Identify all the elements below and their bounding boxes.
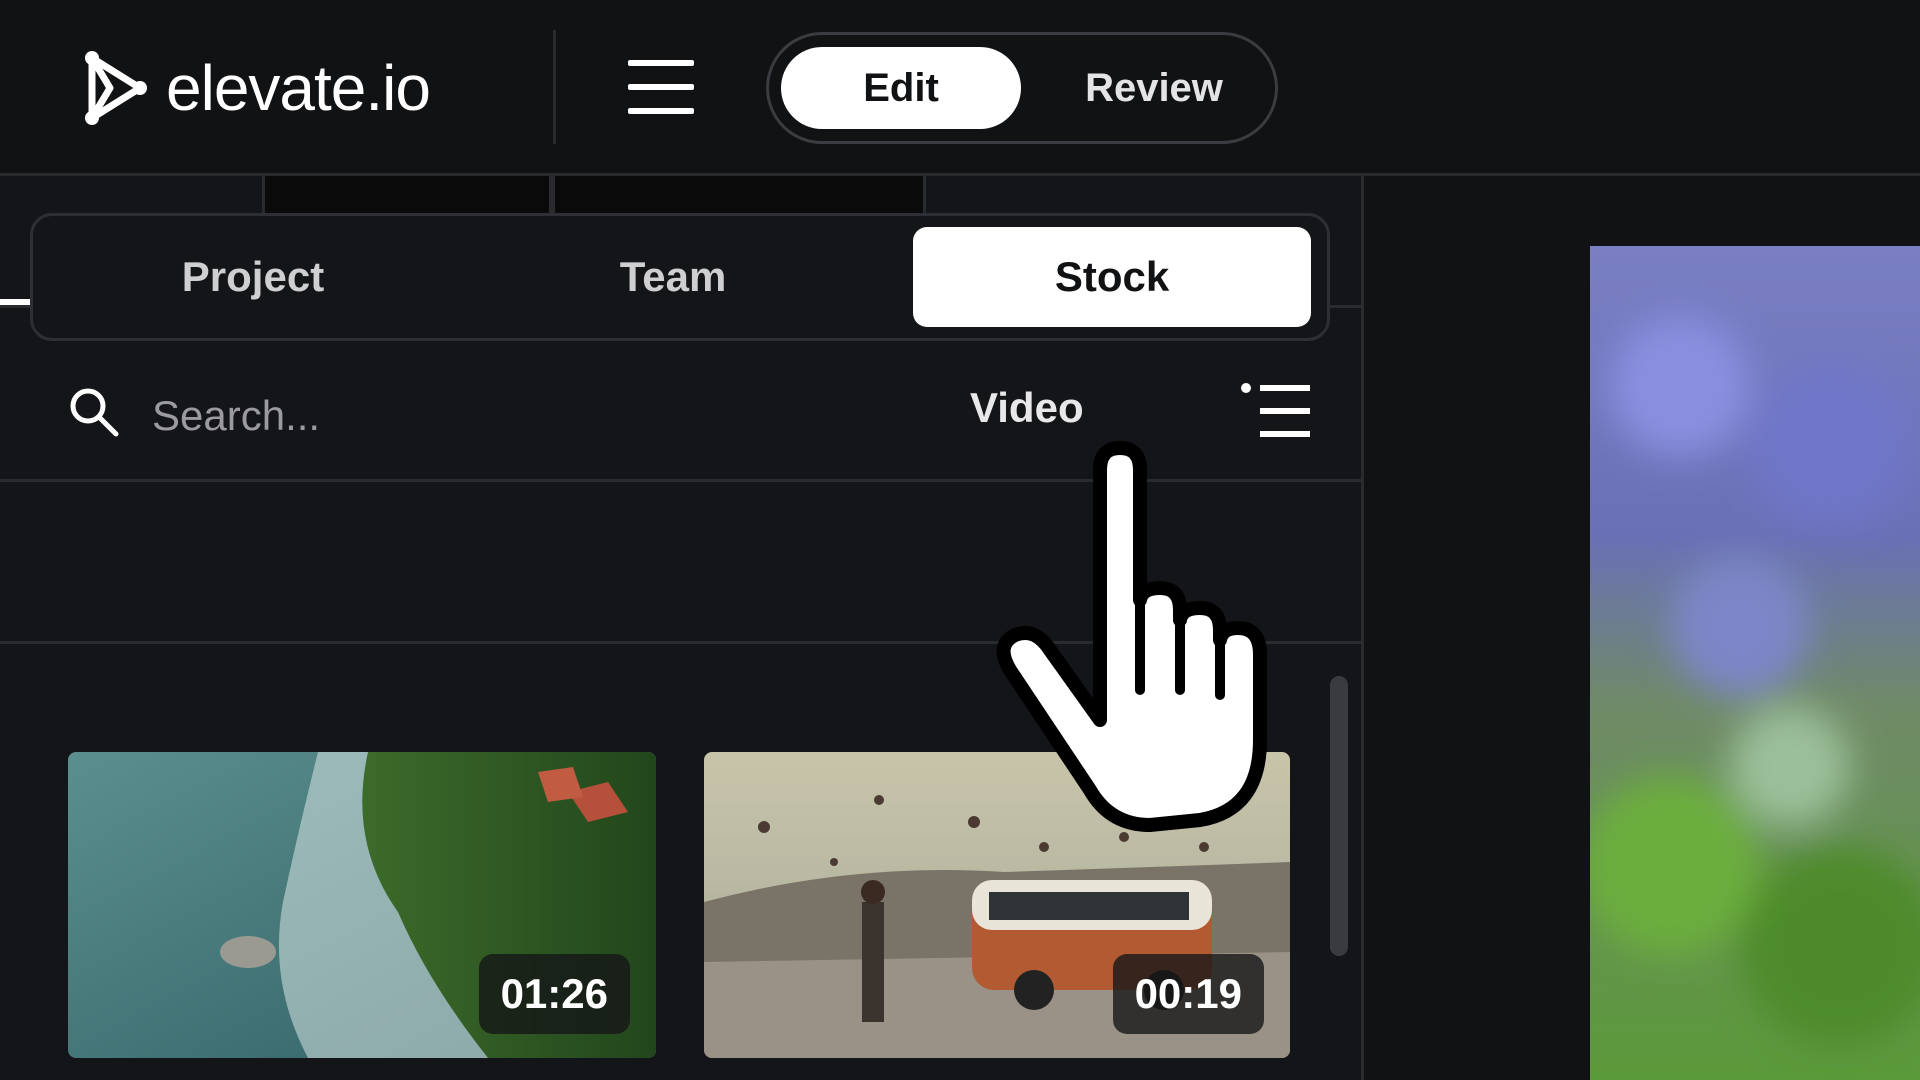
- media-duration: 01:26: [478, 954, 630, 1034]
- source-team-button[interactable]: Team: [493, 227, 853, 327]
- preview-viewer[interactable]: [1590, 246, 1920, 1080]
- search-row: [0, 482, 1361, 644]
- brand-logo[interactable]: elevate.io: [82, 50, 431, 126]
- top-bar: elevate.io Edit Review: [0, 0, 1920, 176]
- media-thumbnail[interactable]: 01:26: [68, 752, 656, 1058]
- hamburger-menu-icon[interactable]: [628, 60, 694, 114]
- list-view-icon[interactable]: [1240, 380, 1312, 442]
- source-filter: Project Team Stock: [30, 213, 1330, 341]
- brand-suffix: .io: [365, 52, 431, 124]
- search-icon: [70, 388, 119, 437]
- source-project-button[interactable]: Project: [73, 227, 433, 327]
- review-mode-button[interactable]: Review: [1041, 47, 1267, 129]
- source-stock-button[interactable]: Stock: [913, 227, 1311, 327]
- header-divider: [553, 30, 556, 144]
- elevate-logo-icon: [85, 51, 147, 125]
- mode-toggle: Edit Review: [766, 32, 1278, 144]
- media-type-filter[interactable]: Video: [970, 384, 1084, 432]
- search-input[interactable]: [150, 380, 934, 452]
- brand-name: elevate.io: [166, 52, 431, 124]
- preview-image: [1590, 246, 1920, 1080]
- edit-mode-button[interactable]: Edit: [781, 47, 1021, 129]
- media-scrollbar[interactable]: [1330, 676, 1348, 956]
- media-duration: 00:19: [1112, 954, 1264, 1034]
- media-thumbnail[interactable]: 00:19: [704, 752, 1290, 1058]
